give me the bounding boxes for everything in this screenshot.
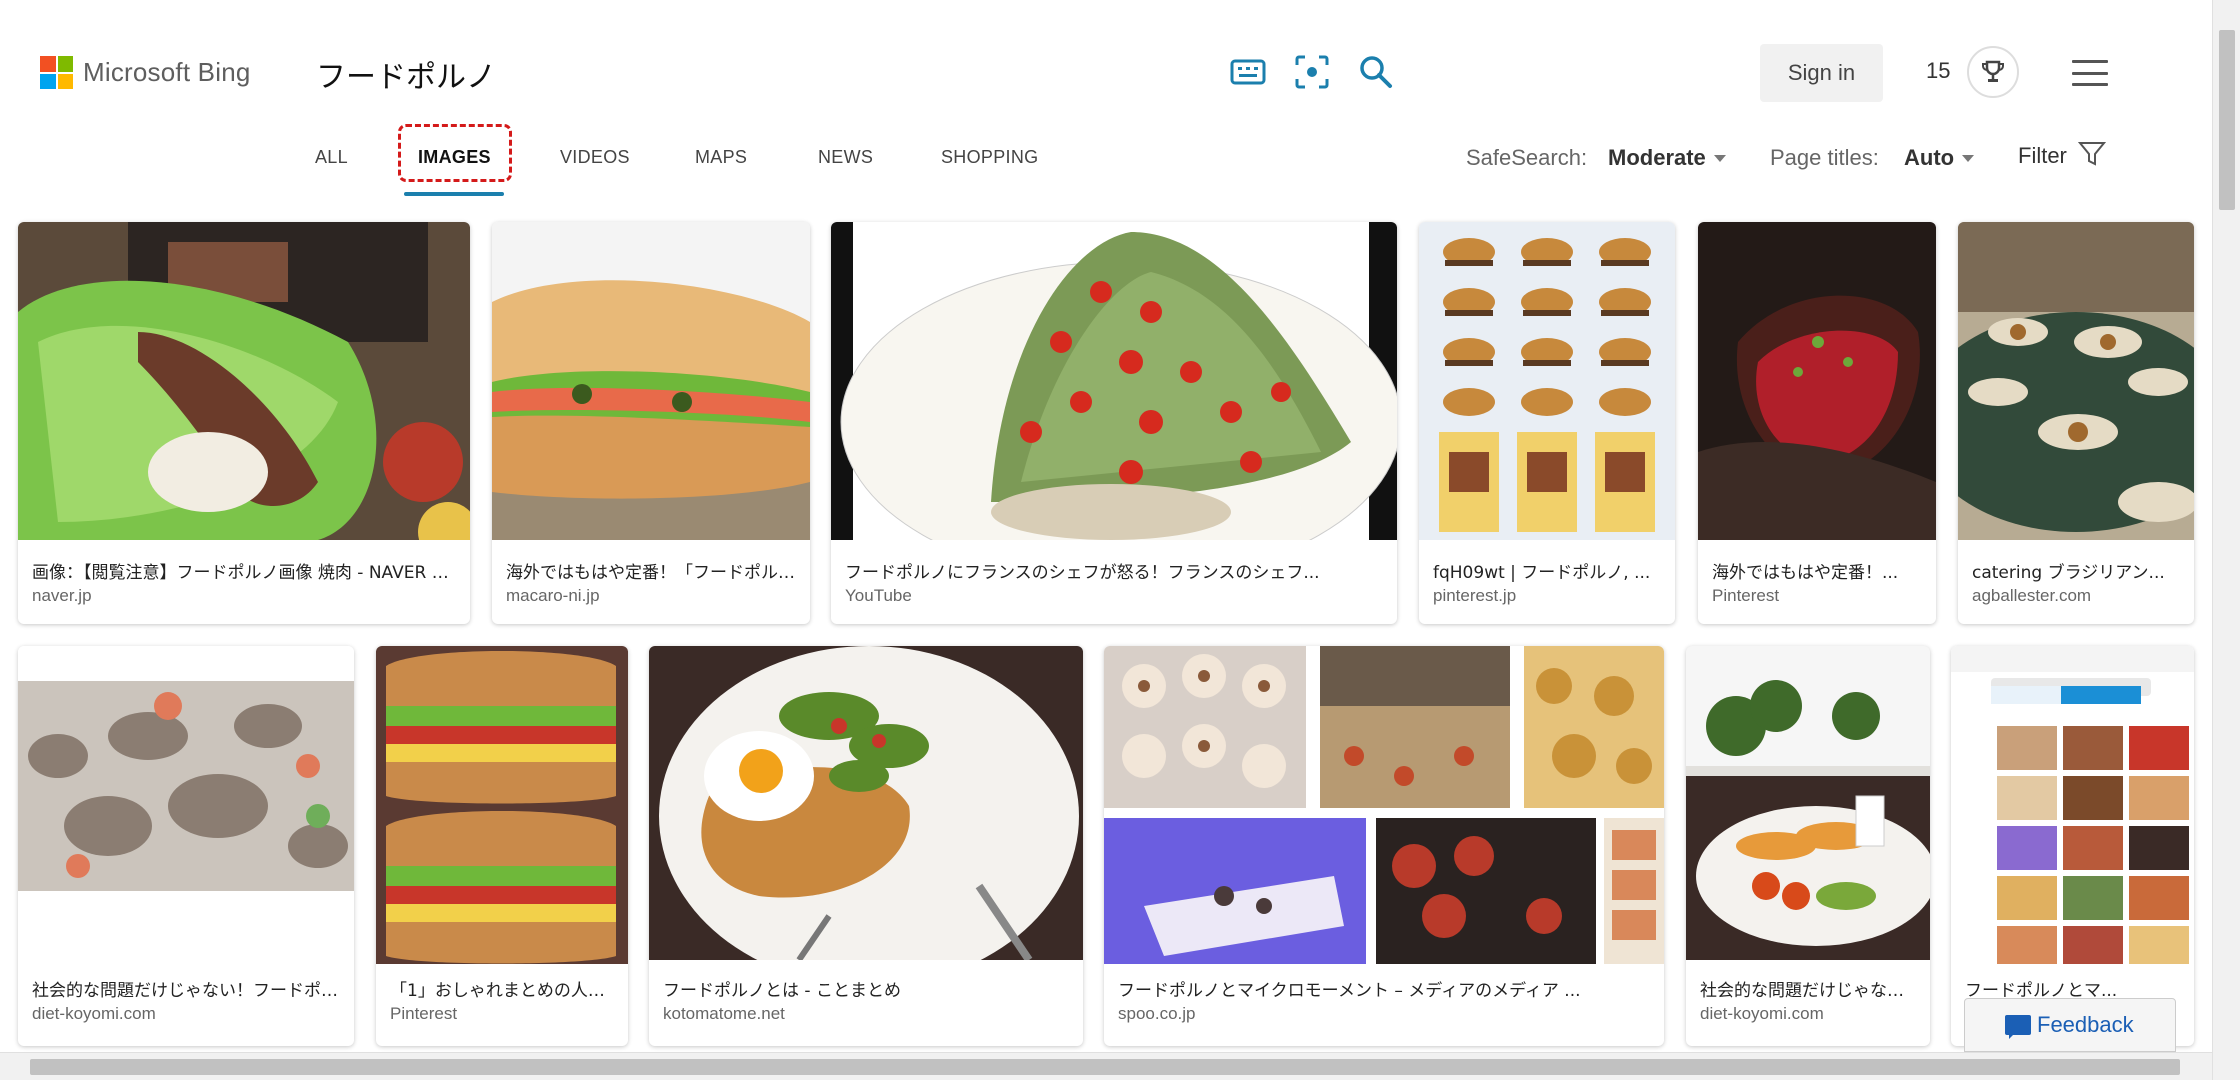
safesearch-dropdown[interactable]: Moderate: [1608, 145, 1706, 171]
result-caption[interactable]: フードポルノとマイクロモーメント – メディアのメディア ...: [1118, 976, 1650, 1001]
image-result-card[interactable]: フードポルノとは - ことまとめ kotomatome.net: [649, 646, 1083, 1046]
header: Microsoft Bing フードポルノ Sign in 15: [0, 0, 2212, 140]
result-caption[interactable]: 画像：【閲覧注意】フードポルノ画像 焼肉 - NAVER まとめ: [32, 558, 456, 583]
result-thumbnail[interactable]: [1686, 646, 1930, 960]
result-source[interactable]: macaro-ni.jp: [506, 586, 600, 606]
image-result-card[interactable]: フードポルノにフランスのシェフが怒る！フランスのシェフ... YouTube: [831, 222, 1397, 624]
tab-all[interactable]: ALL: [315, 147, 348, 168]
active-tab-indicator: [404, 192, 504, 196]
images-tab-highlight: [398, 124, 512, 182]
image-result-card[interactable]: fqH09wt | フードポルノ, ... pinterest.jp: [1419, 222, 1675, 624]
result-caption[interactable]: fqH09wt | フードポルノ, ...: [1433, 558, 1661, 583]
result-thumbnail[interactable]: [831, 222, 1397, 540]
result-thumbnail[interactable]: [649, 646, 1083, 960]
result-source[interactable]: naver.jp: [32, 586, 92, 606]
vertical-scrollbar-thumb[interactable]: [2219, 30, 2235, 210]
result-caption[interactable]: 社会的な問題だけじゃない！フードポルノ: [32, 976, 340, 1001]
result-thumbnail[interactable]: [492, 222, 810, 540]
horizontal-scrollbar[interactable]: [0, 1052, 2212, 1080]
result-thumbnail[interactable]: [1951, 646, 2194, 964]
image-result-card[interactable]: 社会的な問題だけじゃない... diet-koyomi.com: [1686, 646, 1930, 1046]
result-caption[interactable]: catering ブラジリアン...: [1972, 558, 2180, 583]
menu-icon[interactable]: [2072, 60, 2108, 86]
result-caption[interactable]: 海外ではもはや定番！「フードポルノ」: [506, 558, 796, 583]
result-caption[interactable]: フードポルノとは - ことまとめ: [663, 976, 1069, 1001]
result-thumbnail[interactable]: [1698, 222, 1936, 540]
image-result-card[interactable]: 社会的な問題だけじゃない！フードポルノ diet-koyomi.com: [18, 646, 354, 1046]
page-titles-dropdown[interactable]: Auto: [1904, 145, 1954, 171]
result-source[interactable]: Pinterest: [390, 1004, 457, 1024]
result-caption[interactable]: フードポルノにフランスのシェフが怒る！フランスのシェフ...: [845, 558, 1383, 583]
feedback-icon: [2005, 1015, 2031, 1039]
tab-news[interactable]: NEWS: [818, 147, 873, 168]
result-source[interactable]: pinterest.jp: [1433, 586, 1516, 606]
search-icon[interactable]: [1356, 52, 1396, 92]
safesearch-label: SafeSearch:: [1466, 145, 1588, 170]
result-caption[interactable]: 社会的な問題だけじゃない...: [1700, 976, 1916, 1001]
keyboard-icon[interactable]: [1228, 52, 1268, 92]
result-source[interactable]: diet-koyomi.com: [32, 1004, 156, 1024]
result-thumbnail[interactable]: [18, 646, 354, 964]
result-thumbnail[interactable]: [1104, 646, 1664, 964]
image-result-card[interactable]: catering ブラジリアン... agballester.com: [1958, 222, 2194, 624]
tab-shopping[interactable]: SHOPPING: [941, 147, 1038, 168]
result-caption[interactable]: 「1」おしゃれまとめの人気アイデア: [390, 976, 614, 1001]
visual-search-icon[interactable]: [1292, 52, 1332, 92]
filter-button[interactable]: Filter: [2018, 143, 2067, 169]
result-thumbnail[interactable]: [1958, 222, 2194, 540]
search-query[interactable]: フードポルノ: [316, 52, 496, 96]
result-source[interactable]: diet-koyomi.com: [1700, 1004, 1824, 1024]
rewards-count[interactable]: 15: [1926, 58, 1950, 84]
image-result-card[interactable]: 画像：【閲覧注意】フードポルノ画像 焼肉 - NAVER まとめ naver.j…: [18, 222, 470, 624]
safesearch-chevron-down-icon[interactable]: [1714, 155, 1726, 162]
page-titles-chevron-down-icon[interactable]: [1962, 155, 1974, 162]
page-titles-label: Page titles:: [1770, 145, 1879, 170]
image-result-card[interactable]: フードポルノとマイクロモーメント – メディアのメディア ... spoo.co…: [1104, 646, 1664, 1046]
image-result-card[interactable]: フードポルノとマ...: [1951, 646, 2194, 1046]
result-thumbnail[interactable]: [376, 646, 628, 964]
result-source[interactable]: YouTube: [845, 586, 912, 606]
result-caption[interactable]: 海外ではもはや定番！...: [1712, 558, 1922, 583]
image-result-card[interactable]: 海外ではもはや定番！「フードポルノ」 macaro-ni.jp: [492, 222, 810, 624]
tab-maps[interactable]: MAPS: [695, 147, 747, 168]
horizontal-scrollbar-thumb[interactable]: [30, 1059, 2180, 1075]
result-thumbnail[interactable]: [18, 222, 470, 540]
image-result-card[interactable]: 海外ではもはや定番！... Pinterest: [1698, 222, 1936, 624]
image-result-card[interactable]: 「1」おしゃれまとめの人気アイデア Pinterest: [376, 646, 628, 1046]
tab-videos[interactable]: VIDEOS: [560, 147, 630, 168]
result-source[interactable]: kotomatome.net: [663, 1004, 785, 1024]
vertical-scrollbar[interactable]: [2212, 0, 2240, 1080]
rewards-trophy-icon[interactable]: [1967, 46, 2019, 98]
microsoft-logo-icon: [40, 56, 73, 89]
result-source[interactable]: agballester.com: [1972, 586, 2091, 606]
result-thumbnail[interactable]: [1419, 222, 1675, 540]
result-source[interactable]: Pinterest: [1712, 586, 1779, 606]
result-source[interactable]: spoo.co.jp: [1118, 1004, 1196, 1024]
filter-funnel-icon[interactable]: [2077, 140, 2107, 173]
feedback-label: Feedback: [2037, 1012, 2134, 1037]
sign-in-button[interactable]: Sign in: [1760, 44, 1883, 102]
feedback-button[interactable]: Feedback: [1964, 998, 2176, 1052]
logo-text: Microsoft Bing: [83, 57, 251, 87]
bing-logo[interactable]: Microsoft Bing: [40, 56, 251, 89]
